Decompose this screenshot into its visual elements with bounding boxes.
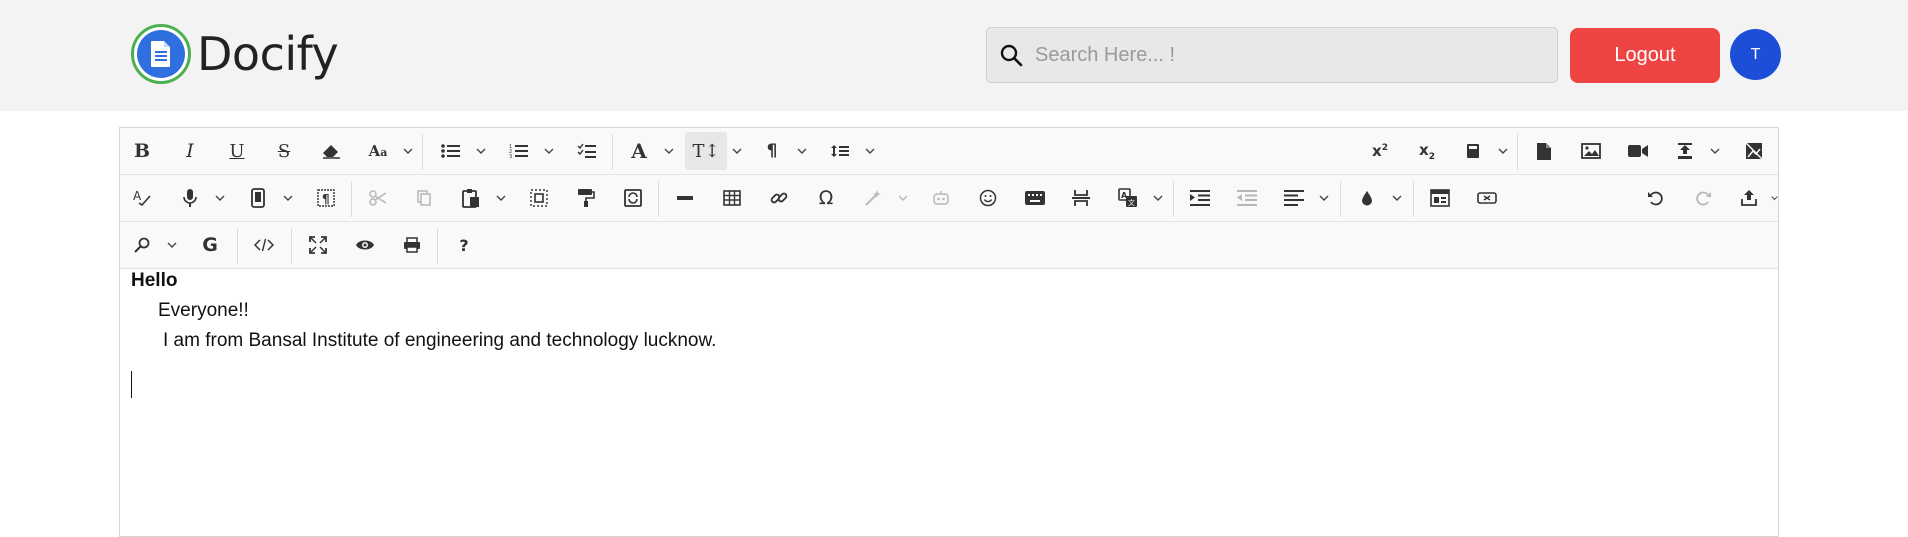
docs-logo-icon [131,24,191,84]
chevron-down-icon[interactable] [280,179,296,217]
preview-eye-icon[interactable] [346,226,384,264]
chevron-down-icon[interactable] [794,132,810,170]
layout-preview-icon[interactable] [1421,179,1459,217]
subscript-icon[interactable]: x2 [1408,132,1446,170]
checklist-icon[interactable] [568,132,606,170]
paste-icon[interactable] [452,179,490,217]
superscript-icon[interactable]: x2 [1361,132,1399,170]
color-drop-icon[interactable] [1348,179,1386,217]
eraser-icon[interactable] [312,132,350,170]
text-size-icon[interactable]: T↕ [685,132,727,170]
indent-icon[interactable] [1181,179,1219,217]
export-icon[interactable] [1730,179,1768,217]
video-icon[interactable] [1619,132,1657,170]
paragraph-icon[interactable]: ¶ [753,132,791,170]
format-painter-icon[interactable] [567,179,605,217]
unordered-list-icon[interactable] [432,132,470,170]
font-color-icon[interactable]: A [620,132,658,170]
toolbar-row-3: G ? [120,222,1778,269]
italic-button[interactable]: I [171,132,209,170]
chevron-down-icon[interactable] [1389,179,1405,217]
toolbar-row-1: B I U S Aa 123 A T↕ ¶ x2 x2 [120,128,1778,175]
ordered-list-icon[interactable]: 123 [500,132,538,170]
help-icon[interactable]: ? [445,226,483,264]
google-icon[interactable]: G [191,226,229,264]
logo[interactable]: Docify [131,24,339,84]
copy-icon[interactable] [405,179,443,217]
chevron-down-icon[interactable] [400,132,416,170]
font-size-icon[interactable]: Aa [359,132,397,170]
chevron-down-icon[interactable] [164,226,180,264]
outdent-icon[interactable] [1228,179,1266,217]
print-icon[interactable] [393,226,431,264]
chevron-down-icon[interactable] [493,179,509,217]
doc-line: Hello [131,270,178,291]
svg-text:文: 文 [1128,198,1135,207]
image-off-icon[interactable] [1735,132,1773,170]
avatar[interactable]: T [1730,29,1781,80]
robot-icon[interactable] [922,179,960,217]
search-icon [1000,44,1023,67]
rich-text-editor: B I U S Aa 123 A T↕ ¶ x2 x2 A ¶ Ω A 文 G … [119,127,1779,537]
link-icon[interactable] [760,179,798,217]
cut-icon[interactable] [359,179,397,217]
horizontal-rule-icon[interactable] [666,179,704,217]
magic-wand-icon[interactable] [854,179,892,217]
upload-icon[interactable] [1666,132,1704,170]
chevron-down-icon[interactable] [1316,179,1332,217]
spellcheck-icon[interactable]: A [123,179,161,217]
line-height-icon[interactable] [821,132,859,170]
svg-text:A: A [133,190,142,203]
keyboard-icon[interactable] [1016,179,1054,217]
logout-button[interactable]: Logout [1570,28,1720,83]
file-icon[interactable] [1525,132,1563,170]
underline-button[interactable]: U [218,132,256,170]
svg-text:3: 3 [509,154,512,159]
source-code-icon[interactable] [245,226,283,264]
strikethrough-button[interactable]: S [265,132,303,170]
search-replace-icon[interactable] [123,226,161,264]
chevron-down-icon[interactable] [661,132,677,170]
doc-line: Everyone!! [158,300,249,321]
image-icon[interactable] [1572,132,1610,170]
search-input[interactable] [1033,42,1537,68]
search-box[interactable] [986,27,1558,83]
chevron-down-icon[interactable] [729,132,745,170]
table-icon[interactable] [713,179,751,217]
fullsize-icon[interactable] [299,226,337,264]
text-cursor [131,371,132,398]
toolbar-row-2: A ¶ Ω A文 [120,175,1778,222]
chevron-down-icon[interactable] [862,132,878,170]
show-blocks-icon[interactable]: ¶ [307,179,345,217]
chevron-down-icon[interactable] [895,179,911,217]
undo-icon[interactable] [1637,179,1675,217]
page-break-icon[interactable] [1062,179,1100,217]
align-left-icon[interactable] [1275,179,1313,217]
translate-icon[interactable]: A文 [1109,179,1147,217]
bold-button[interactable]: B [123,132,161,170]
book-icon[interactable] [1454,132,1492,170]
chevron-down-icon[interactable] [1495,132,1511,170]
chevron-down-icon[interactable] [212,179,228,217]
logo-text: Docify [197,27,339,81]
select-all-icon[interactable] [520,179,558,217]
emoji-icon[interactable] [969,179,1007,217]
chevron-down-icon[interactable] [1771,179,1778,217]
chevron-down-icon[interactable] [1707,132,1723,170]
app-header: Docify Logout T [0,0,1908,111]
chevron-down-icon[interactable] [541,132,557,170]
copy-format-icon[interactable] [614,179,652,217]
chevron-down-icon[interactable] [473,132,489,170]
doc-line: I am from Bansal Institute of engineerin… [163,330,717,351]
redo-icon[interactable] [1684,179,1722,217]
microphone-icon[interactable] [171,179,209,217]
mobile-icon[interactable] [239,179,277,217]
chevron-down-icon[interactable] [1150,179,1166,217]
omega-symbol-icon[interactable]: Ω [807,179,845,217]
button-element-icon[interactable] [1468,179,1506,217]
svg-text:¶: ¶ [322,192,330,206]
